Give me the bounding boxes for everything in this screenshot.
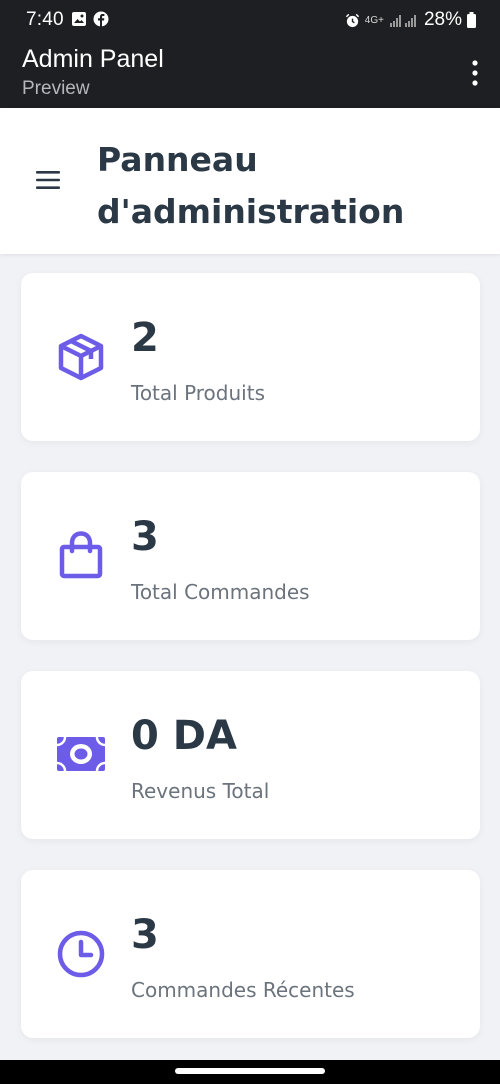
status-bar: 7:40 4G+ 28% [0,0,500,38]
stat-label: Total Commandes [131,580,310,604]
navigation-bar [0,1060,500,1084]
status-time: 7:40 [26,9,64,30]
stat-card-orders[interactable]: 3 Total Commandes [21,472,480,640]
status-left-icons [71,11,109,27]
app-bar: Admin Panel Preview [0,38,500,108]
signal-icon [389,14,416,27]
image-icon [72,12,86,26]
battery-percent: 28% [423,9,462,30]
shopping-bag-icon [59,531,103,579]
stat-card-revenue[interactable]: 0 DA Revenus Total [21,671,480,839]
app-subtitle: Preview [22,78,90,99]
stat-value: 0 DA [131,713,237,759]
page-header: Panneau d'administration [0,108,500,254]
cube-icon [58,333,104,381]
stat-label: Total Produits [131,381,265,405]
money-icon [56,736,106,772]
hamburger-icon[interactable] [36,170,62,190]
clock-icon [57,930,105,978]
stat-label: Revenus Total [131,779,270,803]
page-title: Panneau d'administration [97,140,405,231]
stat-card-products[interactable]: 2 Total Produits [21,273,480,441]
stat-value: 3 [131,912,159,958]
alarm-icon [345,13,359,27]
stat-label: Commandes Récentes [131,978,355,1002]
home-gesture-handle[interactable] [175,1068,325,1074]
app-title: Admin Panel [22,45,164,73]
stat-card-recent-orders[interactable]: 3 Commandes Récentes [21,870,480,1038]
status-right-icons: 4G+ 28% [345,9,476,31]
facebook-icon [93,11,109,27]
more-vert-icon[interactable] [472,60,478,86]
battery-icon [467,12,476,28]
stat-value: 3 [131,514,159,560]
stat-value: 2 [131,315,159,361]
network-type: 4G+ [364,14,384,26]
